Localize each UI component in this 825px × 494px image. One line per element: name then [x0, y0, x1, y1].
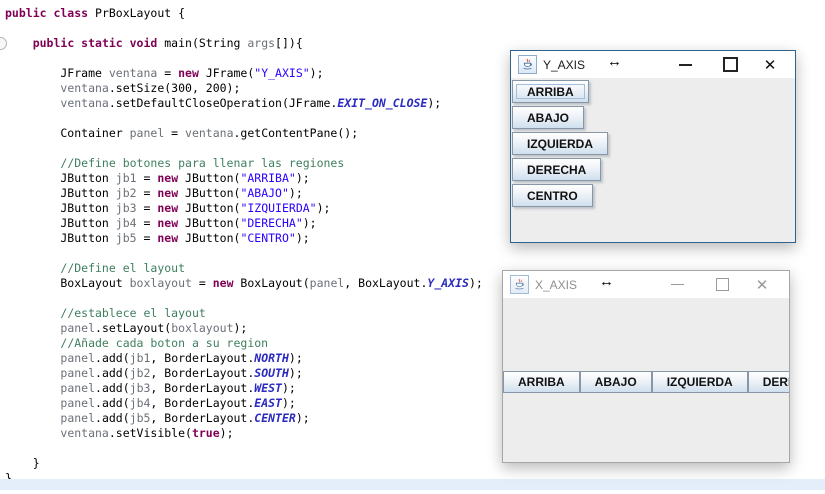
button-izquierda[interactable]: IZQUIERDA	[652, 371, 748, 393]
window-title: Y_AXIS	[543, 58, 585, 72]
y-axis-titlebar[interactable]: Y_AXIS ↔ ✕	[511, 51, 795, 78]
horizontal-resize-cursor-icon: ↔	[607, 53, 622, 70]
java-coffee-cup-icon	[518, 55, 537, 74]
code-line	[5, 246, 825, 261]
java-coffee-cup-icon	[510, 275, 529, 294]
screenshot-root: public class PrBoxLayout { public static…	[0, 0, 825, 494]
code-line	[5, 21, 825, 36]
maximize-button[interactable]	[705, 271, 739, 298]
button-centro[interactable]: CENTRO	[512, 184, 593, 207]
code-line: public class PrBoxLayout {	[5, 6, 825, 21]
maximize-icon	[723, 57, 738, 72]
window-y-axis: Y_AXIS ↔ ✕ ARRIBA ABAJO IZQUIERDA DERECHA CE…	[510, 50, 796, 243]
maximize-button[interactable]	[713, 51, 747, 78]
button-abajo[interactable]: ABAJO	[580, 371, 652, 393]
close-button[interactable]: ✕	[745, 271, 779, 298]
minimize-icon	[679, 64, 692, 66]
minimize-icon	[671, 284, 684, 285]
y-axis-content-pane: ARRIBA ABAJO IZQUIERDA DERECHA CENTRO	[511, 78, 795, 242]
button-derecha[interactable]: DERECHA	[748, 371, 789, 393]
x-axis-content-pane: ARRIBAABAJOIZQUIERDADERECHA	[503, 298, 789, 462]
current-line-highlight	[0, 479, 825, 490]
window-title: X_AXIS	[535, 278, 577, 292]
horizontal-resize-cursor-icon: ↔	[599, 273, 614, 290]
button-derecha[interactable]: DERECHA	[512, 158, 601, 181]
button-izquierda[interactable]: IZQUIERDA	[512, 132, 608, 155]
minimize-button[interactable]	[660, 271, 694, 298]
button-abajo[interactable]: ABAJO	[512, 106, 584, 129]
y-axis-button-column: ARRIBA ABAJO IZQUIERDA DERECHA CENTRO	[512, 80, 608, 207]
code-line: public static void main(String args[]){	[5, 36, 825, 51]
button-arriba[interactable]: ARRIBA	[503, 371, 580, 393]
close-button[interactable]: ✕	[753, 51, 787, 78]
x-axis-button-row: ARRIBAABAJOIZQUIERDADERECHA	[503, 371, 789, 393]
button-arriba[interactable]: ARRIBA	[512, 80, 589, 103]
x-axis-titlebar[interactable]: X_AXIS ↔ ✕	[503, 271, 789, 298]
maximize-icon	[716, 278, 729, 291]
minimize-button[interactable]	[668, 51, 702, 78]
window-x-axis: X_AXIS ↔ ✕ ARRIBAABAJOIZQUIERDADERECHA	[502, 270, 790, 463]
